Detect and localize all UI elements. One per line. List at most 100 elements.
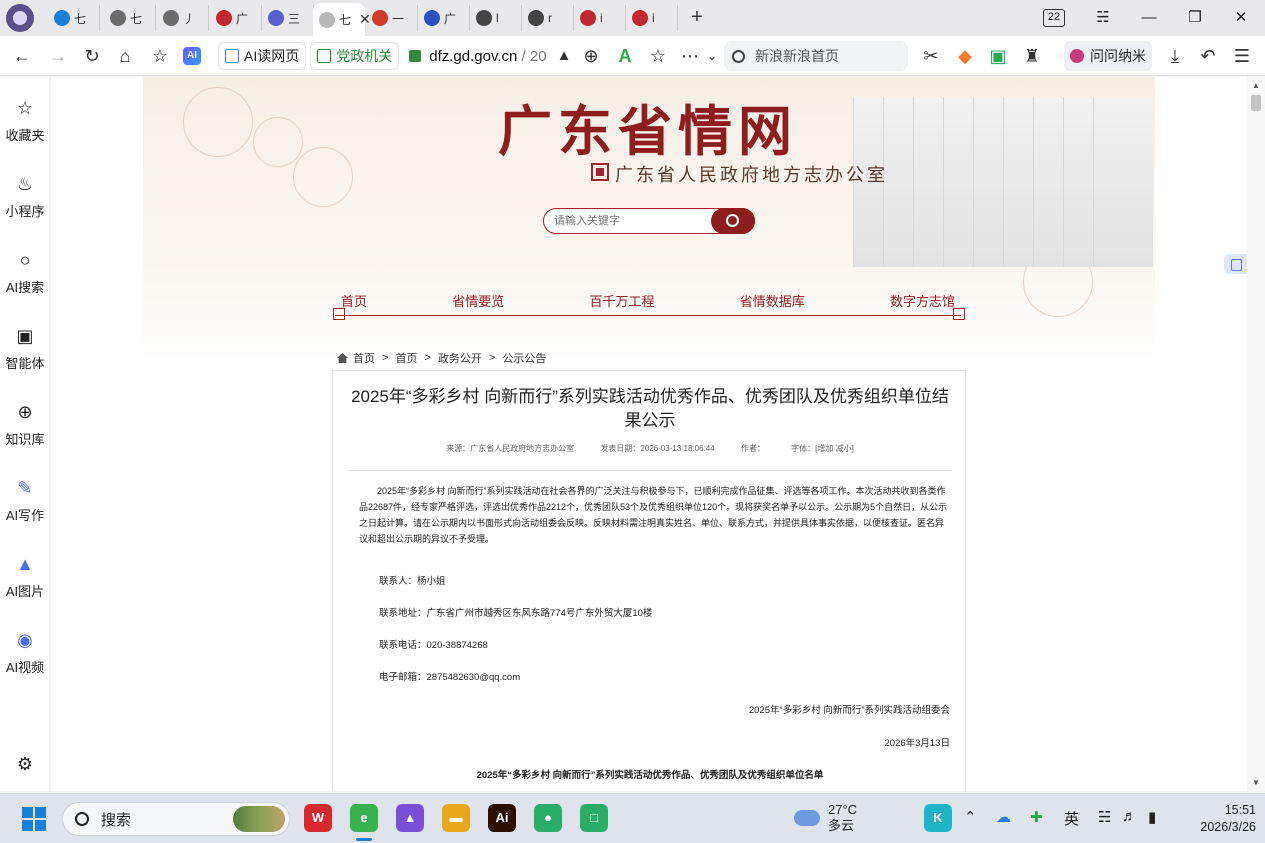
breadcrumb-link[interactable]: 政务公开: [438, 350, 482, 366]
chevron-up-icon[interactable]: ⌃: [964, 808, 977, 826]
tab-strip: 七 七 丿 广 三七 ✕ 一 广 l r i i + 22 ☵ — ❐ ✕: [0, 0, 1265, 36]
forward-icon[interactable]: →: [46, 44, 70, 68]
browser-tab[interactable]: 七 ✕: [313, 3, 371, 36]
left-sidebar: ☆ 收藏夹 ♨ 小程序 ○ AI搜索 ▣ 智能体 ⊕ 知识库 ✎ AI写作 ▲ AI图片 ◉ AI视频 ⚙: [0, 77, 50, 791]
floating-reader-button[interactable]: [1224, 254, 1247, 274]
nav-item[interactable]: 百千万工程: [581, 289, 662, 317]
new-tab-button[interactable]: +: [686, 6, 708, 28]
wenwen-button[interactable]: 问问纳米: [1064, 41, 1152, 71]
wps-icon[interactable]: W: [304, 804, 332, 832]
game-icon[interactable]: ◆: [953, 44, 977, 68]
wechat-icon[interactable]: ●: [534, 804, 562, 832]
browser-icon[interactable]: e: [350, 804, 378, 832]
battery-icon[interactable]: ▮: [1148, 808, 1156, 826]
chevron-down-icon[interactable]: ⌄: [700, 44, 724, 68]
browser-tab[interactable]: 七: [104, 5, 156, 31]
kuwo-icon[interactable]: K: [924, 804, 952, 832]
address-bar[interactable]: AI读网页 党政机关 dfz.gd.gov.cn / 20: [218, 41, 718, 71]
sidebar-item[interactable]: ♨ 小程序: [0, 173, 50, 220]
lock-icon[interactable]: [409, 50, 422, 62]
url-text[interactable]: dfz.gd.gov.cn / 20: [429, 48, 546, 65]
security-icon[interactable]: ✚: [1030, 808, 1043, 826]
refresh-icon[interactable]: ↻: [80, 44, 104, 68]
zoom-icon[interactable]: ⊕: [579, 44, 603, 68]
sidebar-item-label: AI视频: [5, 660, 45, 675]
web-page: 广东省情网 广东省人民政府地方志办公室 首页 省情要览 百千万工程 省情数据库 数字方志…: [51, 77, 1247, 791]
wifi-icon[interactable]: ☵: [1098, 808, 1111, 826]
close-window-button[interactable]: ✕: [1226, 6, 1256, 30]
files-icon[interactable]: ▬: [442, 804, 470, 832]
breadcrumb-link[interactable]: 公示公告: [502, 350, 546, 366]
scissors-icon[interactable]: ✂: [919, 44, 943, 68]
ai-art-icon[interactable]: ▲: [396, 804, 424, 832]
settings-button[interactable]: ⚙: [0, 753, 50, 781]
breadcrumb-link[interactable]: 首页: [395, 350, 417, 366]
tab-count-badge[interactable]: 22: [1043, 9, 1065, 27]
minimize-button[interactable]: —: [1134, 6, 1164, 30]
back-icon[interactable]: ←: [10, 44, 34, 68]
weather-condition: 多云: [828, 818, 855, 833]
nav-item[interactable]: 省情要览: [444, 289, 512, 317]
start-button[interactable]: [22, 807, 46, 831]
mute-icon[interactable]: ▲: [552, 44, 576, 68]
bookmark-star-icon[interactable]: ☆: [646, 44, 670, 68]
taskbar-search[interactable]: 搜索: [62, 802, 290, 836]
ai-assistant-icon[interactable]: AI: [183, 47, 201, 65]
menu-icon[interactable]: ☰: [1230, 44, 1254, 68]
sidebar-item[interactable]: ✎ AI写作: [0, 477, 50, 524]
nav-item[interactable]: 数字方志馆: [882, 289, 963, 317]
browser-tab[interactable]: 丿: [157, 5, 209, 31]
read-mode-chip[interactable]: AI读网页: [218, 42, 307, 70]
favorites-list-icon[interactable]: ☆: [148, 44, 172, 68]
browser-tab[interactable]: r: [522, 5, 574, 31]
book-icon[interactable]: ▣: [986, 44, 1010, 68]
sidebar-item[interactable]: ▣ 智能体: [0, 325, 50, 372]
scroll-thumb[interactable]: [1251, 95, 1261, 111]
browser-tab[interactable]: 一: [366, 5, 418, 31]
main-nav: 首页 省情要览 百千万工程 省情数据库 数字方志馆: [333, 289, 963, 317]
ime-indicator[interactable]: 英: [1064, 808, 1079, 829]
profile-avatar[interactable]: [6, 4, 34, 32]
browser-tab[interactable]: 七: [48, 5, 100, 31]
scroll-down-icon[interactable]: ▼: [1252, 778, 1260, 787]
sidebar-item-icon: ☆: [16, 98, 34, 118]
browser-tab[interactable]: i: [574, 5, 626, 31]
sidebar-item[interactable]: ☆ 收藏夹: [0, 97, 50, 144]
browser-tab[interactable]: 广: [418, 5, 470, 31]
download-icon[interactable]: ⤓: [1163, 44, 1187, 68]
page-scrollbar[interactable]: ▲ ▼: [1247, 77, 1265, 791]
sidebar-item[interactable]: ○ AI搜索: [0, 249, 50, 296]
extensions-icon[interactable]: ♜: [1020, 44, 1044, 68]
browser-tab[interactable]: i: [626, 5, 678, 31]
nav-item[interactable]: 省情数据库: [732, 289, 813, 317]
system-clock[interactable]: 15:51 2026/3/26: [1186, 802, 1256, 836]
shirt-icon[interactable]: ☵: [1088, 6, 1118, 30]
read-aloud-icon[interactable]: A: [613, 44, 637, 68]
sidebar-item-icon: ○: [19, 250, 31, 270]
illustrator-icon[interactable]: Ai: [488, 804, 516, 832]
sidebar-item[interactable]: ⊕ 知识库: [0, 401, 50, 448]
scroll-up-icon[interactable]: ▲: [1252, 81, 1260, 90]
gov-badge[interactable]: 党政机关: [310, 42, 400, 70]
restore-button[interactable]: ❐: [1180, 6, 1210, 30]
sidebar-item[interactable]: ▲ AI图片: [0, 553, 50, 600]
weather-widget[interactable]: 27°C 多云: [794, 802, 857, 834]
onedrive-icon[interactable]: ☁: [996, 808, 1011, 826]
font-size-control[interactable]: 字体：[增加 减小]: [791, 444, 854, 453]
browser-tab[interactable]: 广: [210, 5, 262, 31]
site-title: 广东省情网: [498, 99, 798, 163]
more-icon[interactable]: ⋯: [678, 44, 702, 68]
home-icon[interactable]: ⌂: [113, 44, 137, 68]
sidebar-item[interactable]: ◉ AI视频: [0, 629, 50, 676]
search-box[interactable]: 新浪新浪首页: [724, 41, 908, 71]
site-search-button[interactable]: [711, 208, 755, 234]
wechat-work-icon[interactable]: □: [580, 804, 608, 832]
browser-tab[interactable]: 三: [262, 5, 314, 31]
volume-icon[interactable]: ♬: [1122, 808, 1137, 825]
keyword-input[interactable]: [554, 212, 704, 230]
nami-icon: [1070, 49, 1084, 63]
browser-tab[interactable]: l: [470, 5, 522, 31]
breadcrumb-link[interactable]: 首页: [353, 350, 375, 366]
undo-icon[interactable]: ↶: [1196, 44, 1220, 68]
favicon-icon: [372, 10, 388, 26]
